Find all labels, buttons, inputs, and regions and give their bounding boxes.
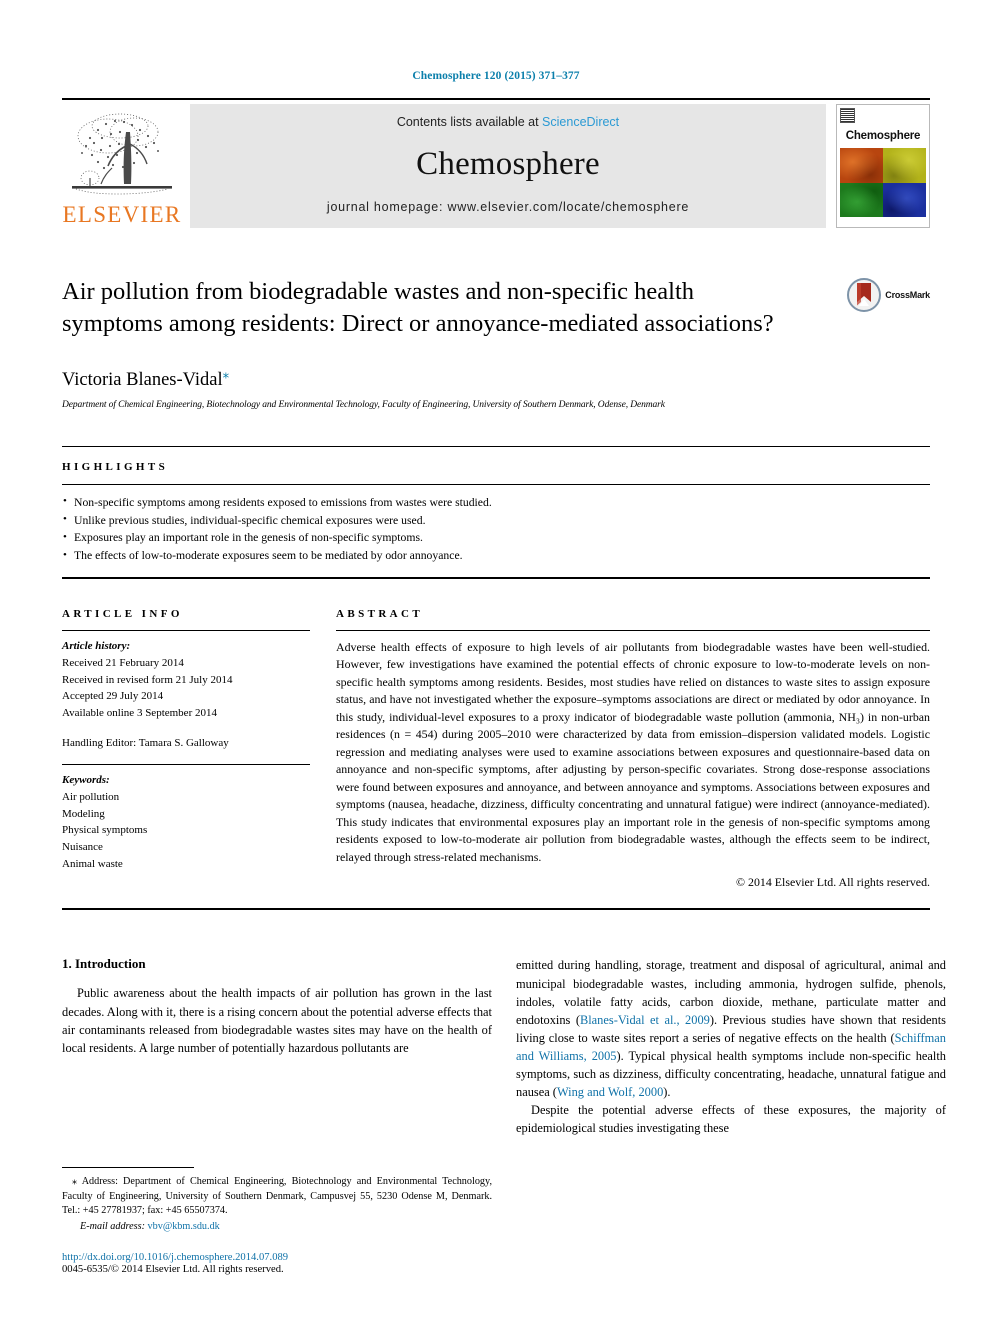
journal-header-band: ELSEVIER Contents lists available at Sci… <box>62 104 930 228</box>
masthead-top-rule <box>62 98 930 100</box>
history-online: Available online 3 September 2014 <box>62 707 217 720</box>
article-info-column: ARTICLE INFO Article history: Received 2… <box>62 594 310 891</box>
highlights-mid-rule <box>62 483 930 485</box>
keyword-item: Physical symptoms <box>62 824 148 837</box>
keywords-heading: Keywords: <box>62 773 110 786</box>
keyword-item: Animal waste <box>62 858 123 871</box>
history-accepted: Accepted 29 July 2014 <box>62 690 164 703</box>
intro-paragraph-right: emitted during handling, storage, treatm… <box>516 956 946 1101</box>
cover-elsevier-mark-icon <box>840 108 855 123</box>
section-heading-introduction: 1. Introduction <box>62 956 146 972</box>
footnote-rule <box>62 1167 194 1169</box>
journal-title: Chemosphere <box>416 146 600 182</box>
sciencedirect-link[interactable]: ScienceDirect <box>542 115 619 129</box>
journal-cover-thumbnail[interactable]: Chemosphere <box>836 104 930 228</box>
crossmark-icon <box>847 278 882 312</box>
corresponding-email-line: E-mail address: vbv@kbm.sdu.dk <box>62 1220 492 1234</box>
cover-quadrant-blue <box>883 182 926 217</box>
crossmark-badge[interactable]: CrossMark <box>847 278 930 312</box>
keyword-item: Modeling <box>62 807 105 820</box>
author-correspondence-marker: ⁎ <box>222 365 230 381</box>
body-column-right: emitted during handling, storage, treatm… <box>516 956 946 1137</box>
corresponding-address: ⁎ Address: Department of Chemical Engine… <box>62 1175 492 1218</box>
article-page: Chemosphere 120 (2015) 371–377 ELSEVIER … <box>0 0 992 1323</box>
article-info-rule <box>62 629 310 631</box>
article-history-heading: Article history: <box>62 639 131 652</box>
list-item: Non-specific symptoms among residents ex… <box>62 493 930 512</box>
doi-block: http://dx.doi.org/10.1016/j.chemosphere.… <box>62 1252 492 1275</box>
journal-homepage-link[interactable]: journal homepage: www.elsevier.com/locat… <box>327 200 689 214</box>
intro-paragraph-left: Public awareness about the health impact… <box>62 986 492 1055</box>
masthead-citation: Chemosphere 120 (2015) 371–377 <box>412 70 580 82</box>
highlights-list: Non-specific symptoms among residents ex… <box>62 493 930 565</box>
highlights-bottom-rule <box>62 576 930 579</box>
issn-copyright-line: 0045-6535/© 2014 Elsevier Ltd. All right… <box>62 1264 284 1275</box>
highlights-label: HIGHLIGHTS <box>62 460 169 473</box>
author-name: Victoria Blanes-Vidal⁎ <box>62 366 930 391</box>
address-text: Address: Department of Chemical Engineer… <box>62 1176 492 1217</box>
body-columns: 1. Introduction Public awareness about t… <box>62 956 946 1137</box>
citation-blanes-vidal-2009[interactable]: Blanes-Vidal et al., 2009 <box>580 1013 710 1027</box>
cover-quadrant-orange <box>840 148 883 183</box>
cover-quadrant-yellow <box>883 148 926 183</box>
contents-prefix: Contents lists available at <box>396 115 543 129</box>
abstract-copyright: © 2014 Elsevier Ltd. All rights reserved… <box>736 875 930 890</box>
highlights-top-rule <box>62 445 930 447</box>
elsevier-tree-icon <box>72 113 172 195</box>
keyword-item: Nuisance <box>62 841 103 854</box>
citation-wing-wolf-2000[interactable]: Wing and Wolf, 2000 <box>557 1085 663 1099</box>
cover-footer-strip <box>840 217 926 224</box>
email-label: E-mail address: <box>80 1220 145 1232</box>
history-revised: Received in revised form 21 July 2014 <box>62 673 233 686</box>
abstract-text: Adverse health effects of exposure to hi… <box>336 639 930 864</box>
page-title: Air pollution from biodegradable wastes … <box>62 278 774 337</box>
author-affiliation: Department of Chemical Engineering, Biot… <box>62 399 665 410</box>
keyword-item: Air pollution <box>62 790 120 803</box>
footnote-block: ⁎ Address: Department of Chemical Engine… <box>62 1167 492 1275</box>
title-area: Air pollution from biodegradable wastes … <box>62 276 930 410</box>
abstract-bottom-rule <box>62 908 930 911</box>
abstract-label: ABSTRACT <box>336 607 424 620</box>
abstract-column: ABSTRACT Adverse health effects of expos… <box>336 594 930 891</box>
info-abstract-grid: ARTICLE INFO Article history: Received 2… <box>62 594 930 891</box>
address-marker: ⁎ <box>72 1176 78 1188</box>
elsevier-logo: ELSEVIER <box>62 104 182 228</box>
abstract-rule <box>336 629 930 631</box>
contents-available-line: Contents lists available at ScienceDirec… <box>397 115 619 129</box>
crossmark-label: CrossMark <box>885 290 930 300</box>
keywords-rule <box>62 763 310 765</box>
journal-band-center: Contents lists available at ScienceDirec… <box>190 104 826 228</box>
cover-quadrant-green <box>840 182 883 217</box>
history-received: Received 21 February 2014 <box>62 656 184 669</box>
list-item: The effects of low-to-moderate exposures… <box>62 547 930 565</box>
cover-journal-title: Chemosphere <box>845 130 921 142</box>
article-history-block: Article history: Received 21 February 20… <box>62 638 310 752</box>
list-item: Exposures play an important role in the … <box>62 529 930 547</box>
intro-paragraph-right-2: Despite the potential adverse effects of… <box>516 1103 946 1136</box>
handling-editor: Handling Editor: Tamara S. Galloway <box>62 737 229 750</box>
intro-right-seg-4: ). <box>663 1085 671 1100</box>
list-item: Unlike previous studies, individual-spec… <box>62 511 930 530</box>
cover-artwork <box>840 148 926 217</box>
history-gap <box>62 722 310 735</box>
elsevier-wordmark: ELSEVIER <box>62 202 182 227</box>
author-name-text: Victoria Blanes-Vidal <box>62 369 223 390</box>
body-column-left: 1. Introduction Public awareness about t… <box>62 956 492 1137</box>
article-info-label: ARTICLE INFO <box>62 607 183 620</box>
doi-link[interactable]: http://dx.doi.org/10.1016/j.chemosphere.… <box>62 1252 492 1263</box>
keywords-block: Keywords: Air pollution Modeling Physica… <box>62 772 310 873</box>
email-link[interactable]: vbv@kbm.sdu.dk <box>148 1221 220 1232</box>
